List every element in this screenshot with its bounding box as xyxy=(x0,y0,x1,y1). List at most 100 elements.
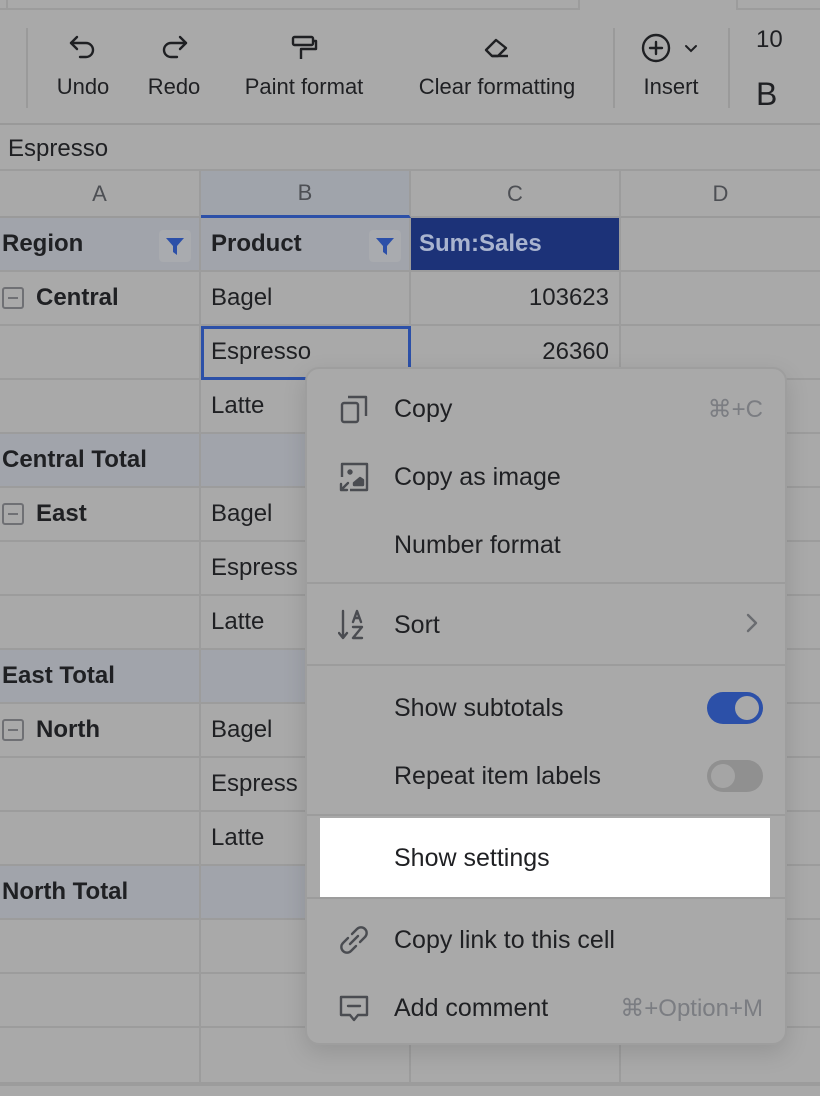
menu-separator xyxy=(307,664,785,666)
shortcut-label: ⌘+C xyxy=(707,395,763,423)
menu-item-copy-link[interactable]: Copy link to this cell xyxy=(307,906,785,974)
region-label: North xyxy=(36,716,100,743)
product-cell[interactable]: Bagel xyxy=(201,272,411,326)
region-cell[interactable] xyxy=(0,812,201,866)
menu-item-add-comment[interactable]: Add comment ⌘+Option+M xyxy=(307,974,785,1042)
menu-item-label: Add comment xyxy=(394,993,549,1022)
column-header-c[interactable]: C xyxy=(411,171,621,218)
pivot-header-row: Region Product Sum:Sales xyxy=(0,218,820,272)
column-header-a[interactable]: A xyxy=(0,171,201,218)
menu-item-show-settings[interactable]: Show settings xyxy=(320,818,770,898)
empty-cell[interactable] xyxy=(0,974,201,1028)
sum-sales-header-cell[interactable]: Sum:Sales xyxy=(411,218,621,272)
toggle-knob xyxy=(711,764,735,788)
subtotal-label-cell[interactable]: Central Total xyxy=(0,434,201,488)
undo-label: Undo xyxy=(56,74,110,99)
menu-item-label: Copy xyxy=(394,394,453,423)
image-icon xyxy=(337,460,371,494)
menu-item-label: Copy as image xyxy=(394,462,561,491)
menu-item-sort[interactable]: Sort xyxy=(307,591,785,659)
empty-cell[interactable] xyxy=(0,920,201,974)
copy-icon xyxy=(337,392,371,426)
toolbar-divider xyxy=(728,28,730,108)
formula-bar[interactable]: Espresso xyxy=(0,127,820,171)
product-header-cell[interactable]: Product xyxy=(201,218,411,272)
subtotal-label-cell[interactable]: North Total xyxy=(0,866,201,920)
region-label: Central xyxy=(36,284,119,311)
region-filter-button[interactable] xyxy=(159,230,191,262)
repeat-item-labels-toggle[interactable] xyxy=(707,760,763,792)
grid-bottom-border xyxy=(0,1082,820,1086)
toolbar-divider xyxy=(26,28,28,108)
menu-item-label: Copy link to this cell xyxy=(394,925,615,954)
menu-item-label: Show subtotals xyxy=(394,693,564,722)
region-cell[interactable] xyxy=(0,326,201,380)
product-header-label: Product xyxy=(211,230,302,257)
value-cell[interactable]: 103623 xyxy=(411,272,621,326)
paint-roller-icon xyxy=(289,28,319,68)
filter-icon xyxy=(376,238,394,255)
chevron-down-icon xyxy=(685,45,697,53)
menu-item-copy-as-image[interactable]: Copy as image xyxy=(307,443,785,511)
menu-separator xyxy=(307,582,785,584)
region-cell[interactable] xyxy=(0,542,201,596)
insert-icon xyxy=(638,28,704,68)
toolbar: Undo Redo Paint format Clear formatting xyxy=(0,10,820,125)
menu-item-show-subtotals[interactable]: Show subtotals xyxy=(307,674,785,742)
clear-formatting-label: Clear formatting xyxy=(418,74,576,99)
toggle-knob xyxy=(735,696,759,720)
redo-button[interactable]: Redo xyxy=(144,28,204,110)
collapse-icon[interactable] xyxy=(2,287,24,309)
menu-item-copy[interactable]: Copy ⌘+C xyxy=(307,375,785,443)
menu-item-number-format[interactable]: Number format xyxy=(307,511,785,579)
insert-button[interactable]: Insert xyxy=(636,28,706,110)
show-subtotals-toggle[interactable] xyxy=(707,692,763,724)
region-cell[interactable]: East xyxy=(0,488,201,542)
menu-item-label: Number format xyxy=(394,530,561,559)
sheet-tab[interactable] xyxy=(578,0,738,10)
sum-sales-label: Sum:Sales xyxy=(419,230,542,257)
clear-formatting-button[interactable]: Clear formatting xyxy=(404,28,590,110)
menu-item-label: Sort xyxy=(394,610,440,639)
region-cell[interactable] xyxy=(0,596,201,650)
menu-item-label: Show settings xyxy=(394,843,550,872)
menu-item-repeat-item-labels[interactable]: Repeat item labels xyxy=(307,742,785,810)
insert-label: Insert xyxy=(643,74,699,99)
redo-icon xyxy=(159,28,189,68)
column-header-d[interactable]: D xyxy=(621,171,820,218)
region-cell[interactable]: Central xyxy=(0,272,201,326)
bold-button[interactable]: B xyxy=(756,76,777,113)
chevron-right-icon xyxy=(745,612,759,639)
region-header-cell[interactable]: Region xyxy=(0,218,201,272)
menu-separator xyxy=(307,814,785,816)
empty-cell[interactable] xyxy=(621,218,820,272)
menu-separator xyxy=(307,897,785,899)
region-header-label: Region xyxy=(2,230,84,257)
product-filter-button[interactable] xyxy=(369,230,401,262)
undo-icon xyxy=(68,28,98,68)
top-tab-strip xyxy=(0,0,820,10)
table-row: Central Bagel 103623 xyxy=(0,272,820,326)
shortcut-label: ⌘+Option+M xyxy=(620,994,763,1022)
menu-item-label: Repeat item labels xyxy=(394,761,602,790)
undo-button[interactable]: Undo xyxy=(52,28,114,110)
collapse-icon[interactable] xyxy=(2,503,24,525)
link-icon xyxy=(337,923,371,957)
empty-cell[interactable] xyxy=(0,1028,201,1082)
region-label: East xyxy=(36,500,87,527)
empty-cell[interactable] xyxy=(621,272,820,326)
redo-label: Redo xyxy=(147,74,201,99)
formula-bar-value: Espresso xyxy=(8,135,109,162)
sort-az-icon xyxy=(337,608,371,642)
subtotal-label-cell[interactable]: East Total xyxy=(0,650,201,704)
comment-icon xyxy=(337,991,371,1025)
eraser-icon xyxy=(482,28,512,68)
region-cell[interactable] xyxy=(0,758,201,812)
paint-format-button[interactable]: Paint format xyxy=(234,28,374,110)
filter-icon xyxy=(166,238,184,255)
column-header-b[interactable]: B xyxy=(201,171,411,218)
region-cell[interactable] xyxy=(0,380,201,434)
font-size-selector[interactable]: 10 xyxy=(756,26,783,54)
region-cell[interactable]: North xyxy=(0,704,201,758)
collapse-icon[interactable] xyxy=(2,719,24,741)
